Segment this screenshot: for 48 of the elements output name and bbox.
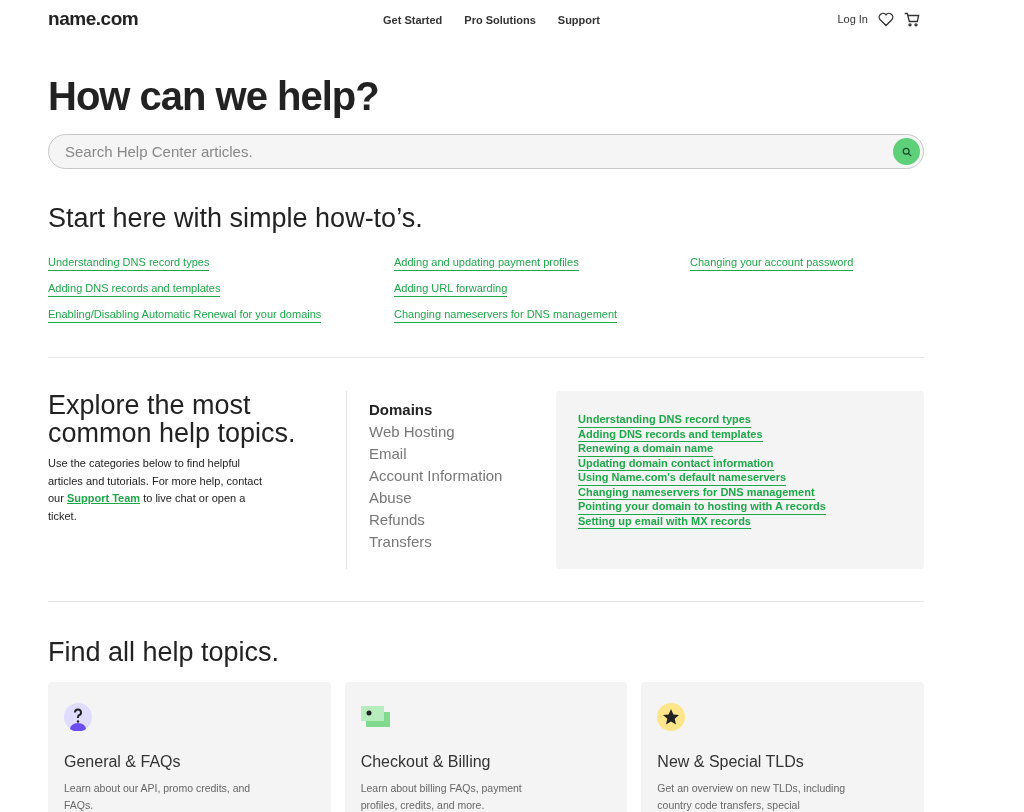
search-field[interactable]: Search Help Center articles. — [48, 134, 924, 169]
nav-link[interactable]: Get Started — [383, 11, 443, 29]
card-title: New & Special TLDs — [657, 752, 805, 772]
intro-text: Use the categories below to find helpful articles and tutorials. For more help, contact our Support Team to live chat or open a ticket. — [48, 456, 263, 524]
topic-tab[interactable]: Transfers — [369, 531, 432, 553]
cash-icon — [360, 706, 391, 728]
article-link[interactable]: Updating domain contact information — [578, 456, 774, 471]
article-link[interactable]: Adding and updating payment profiles — [394, 254, 579, 271]
card-title: Checkout & Billing — [360, 752, 492, 772]
nav-link[interactable]: Pro Solutions — [464, 11, 536, 29]
section-title: Explore the most common help topics. — [48, 391, 297, 447]
article-link[interactable]: Using Name.com's default nameservers — [578, 471, 787, 486]
question-mark-icon — [64, 703, 92, 731]
topic-tab[interactable]: Domains — [369, 399, 433, 421]
article-link[interactable]: Understanding DNS record types — [48, 254, 210, 271]
nav-link[interactable]: Support — [557, 11, 600, 29]
topic-tab[interactable]: Web Hosting — [369, 421, 455, 443]
article-link[interactable]: Changing nameservers for DNS management — [394, 306, 618, 323]
topic-tab[interactable]: Refunds — [369, 509, 425, 531]
page-title: How can we help? — [48, 73, 380, 120]
article-link[interactable]: Changing nameservers for DNS management — [578, 485, 815, 500]
cart-icon[interactable] — [904, 11, 920, 27]
topic-tab[interactable]: Email — [369, 443, 407, 465]
heart-icon[interactable] — [878, 11, 894, 27]
card-description: Learn about our API, promo credits, and FAQs. — [64, 781, 252, 812]
topic-tab[interactable]: Abuse — [369, 487, 412, 509]
article-link[interactable]: Changing your account password — [690, 254, 854, 271]
article-link[interactable]: Enabling/Disabling Automatic Renewal for your domains — [48, 306, 322, 323]
topic-tab[interactable]: Account Information — [369, 465, 503, 487]
section-title: Find all help topics. — [48, 636, 281, 669]
article-link[interactable]: Setting up email with MX records — [578, 514, 751, 529]
topic-card[interactable]: General & FAQs Learn about our API, promo credits, and FAQs. — [48, 682, 331, 812]
article-link[interactable]: Adding DNS records and templates — [578, 427, 763, 442]
logo[interactable]: name.com — [48, 4, 383, 34]
card-description: Get an overview on new TLDs, including country code transfers, special — [657, 781, 847, 812]
topic-card[interactable]: New & Special TLDs Get an overview on new TLDs, including country code transfers, special — [641, 682, 924, 812]
article-link[interactable]: Adding URL forwarding — [394, 280, 508, 297]
article-link[interactable]: Renewing a domain name — [578, 442, 714, 457]
search-icon — [901, 146, 912, 157]
article-link[interactable]: Pointing your domain to hosting with A records — [578, 500, 826, 515]
article-link[interactable]: Understanding DNS record types — [578, 413, 751, 428]
card-title: General & FAQs — [64, 752, 182, 772]
support-team-link[interactable]: Support Team — [66, 492, 141, 504]
article-link[interactable]: Adding DNS records and templates — [48, 280, 221, 297]
section-title: Start here with simple how-to’s. — [48, 202, 424, 235]
login-link[interactable]: Log In — [837, 10, 868, 28]
card-description: Learn about billing FAQs, payment profiles, credits, and more. — [360, 781, 523, 812]
topic-card[interactable]: Checkout & Billing Learn about billing FAQs, payment profiles, credits, and more. — [344, 682, 628, 812]
